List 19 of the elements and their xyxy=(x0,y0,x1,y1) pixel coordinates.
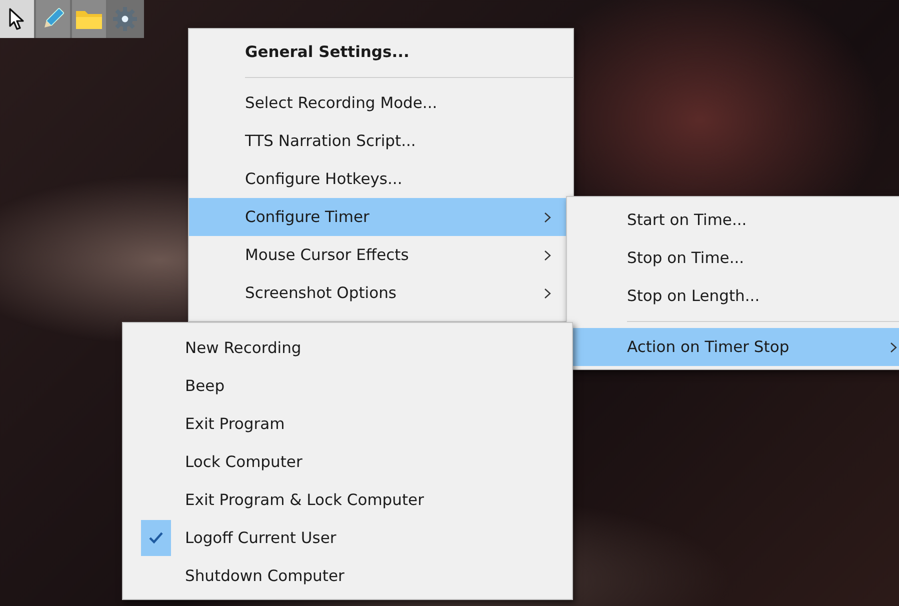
menu-item[interactable]: Exit Program & Lock Computer xyxy=(123,481,572,519)
menu-item[interactable]: Lock Computer xyxy=(123,443,572,481)
menu-item[interactable]: Shutdown Computer xyxy=(123,557,572,595)
arrow-cursor-icon xyxy=(8,8,26,30)
folder-button[interactable] xyxy=(72,0,108,38)
menu-item[interactable]: Logoff Current User xyxy=(123,519,572,557)
menu-item[interactable]: General Settings... xyxy=(189,33,573,71)
menu-item[interactable]: Exit Program xyxy=(123,405,572,443)
settings-button[interactable] xyxy=(108,0,144,38)
menu-item[interactable]: Stop on Time... xyxy=(567,239,899,277)
pointer-tool-button[interactable] xyxy=(0,0,36,38)
gear-icon xyxy=(112,6,138,32)
menu-item[interactable]: Beep xyxy=(123,367,572,405)
pencil-tool-button[interactable] xyxy=(36,0,72,38)
menu-item[interactable]: Select Recording Mode... xyxy=(189,84,573,122)
menu-item[interactable]: TTS Narration Script... xyxy=(189,122,573,160)
menu-item[interactable]: Stop on Length... xyxy=(567,277,899,315)
menu-item[interactable]: Configure Hotkeys... xyxy=(189,160,573,198)
folder-icon xyxy=(75,8,103,30)
